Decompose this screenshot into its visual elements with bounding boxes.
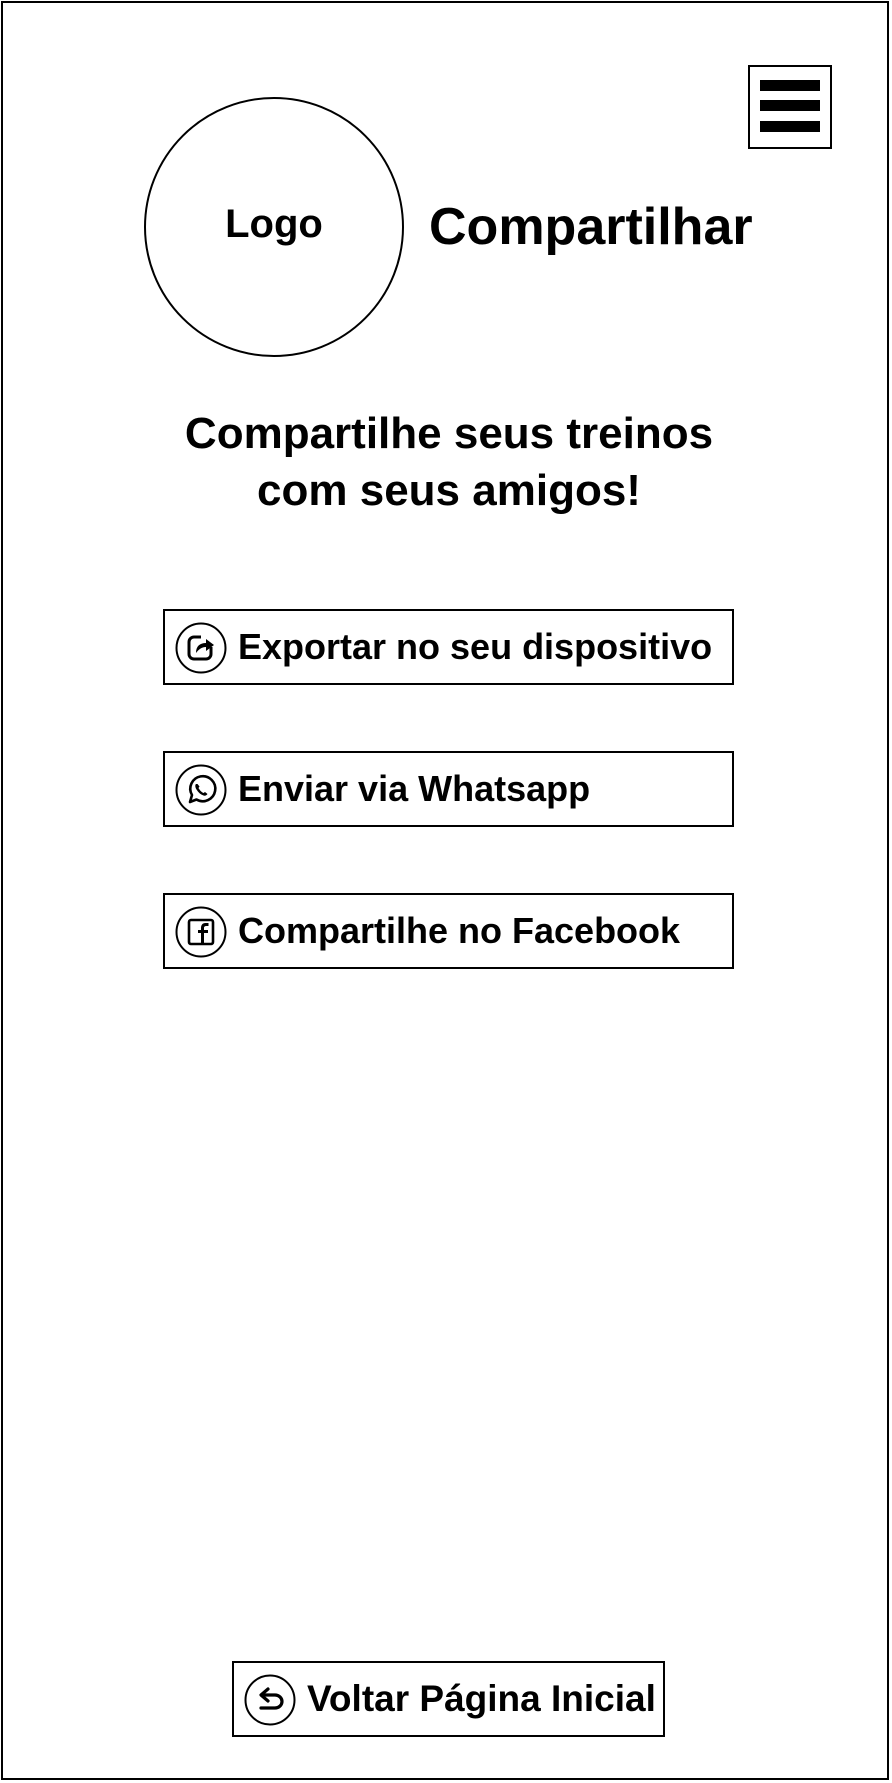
whatsapp-label: Enviar via Whatsapp bbox=[238, 768, 591, 809]
intro-line-1: Compartilhe seus treinos bbox=[184, 409, 714, 458]
menu-button[interactable] bbox=[748, 65, 832, 149]
share-export-icon bbox=[175, 622, 227, 674]
logo: Logo bbox=[144, 97, 404, 357]
export-device-button[interactable]: Exportar no seu dispositivo bbox=[163, 609, 734, 685]
back-home-button[interactable]: Voltar Página Inicial bbox=[232, 1661, 665, 1737]
whatsapp-button[interactable]: Enviar via Whatsapp bbox=[163, 751, 734, 827]
facebook-icon bbox=[175, 906, 227, 958]
intro-line-2: com seus amigos! bbox=[257, 466, 641, 515]
facebook-label: Compartilhe no Facebook bbox=[238, 910, 681, 951]
intro-text: Compartilhe seus treinos com seus amigos… bbox=[3, 405, 892, 519]
logo-text: Logo bbox=[225, 201, 323, 246]
facebook-button[interactable]: Compartilhe no Facebook bbox=[163, 893, 734, 969]
phone-frame: Logo Compartilhar Compartilhe seus trein… bbox=[1, 1, 889, 1780]
whatsapp-icon bbox=[175, 764, 227, 816]
page-title: Compartilhar bbox=[429, 198, 753, 256]
back-home-label: Voltar Página Inicial bbox=[307, 1678, 656, 1719]
export-device-label: Exportar no seu dispositivo bbox=[238, 626, 713, 667]
return-arrow-icon bbox=[244, 1674, 296, 1726]
